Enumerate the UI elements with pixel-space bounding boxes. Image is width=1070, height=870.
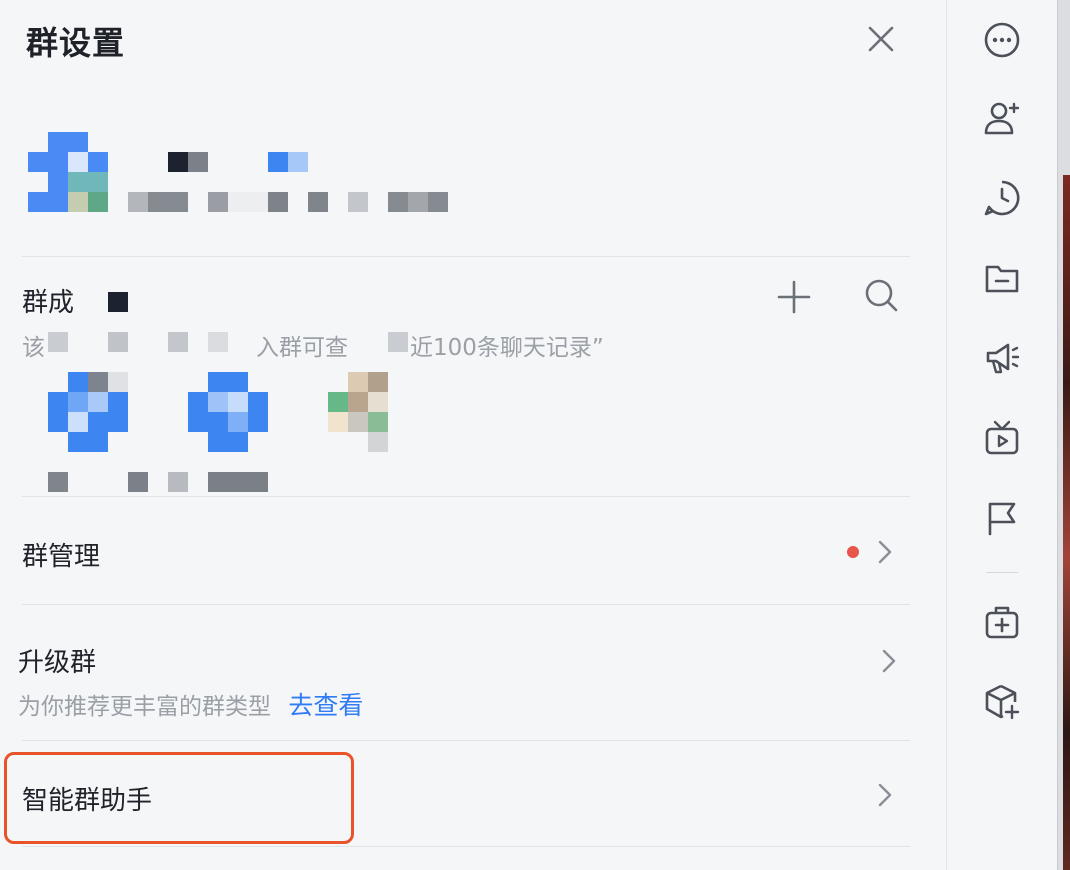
upgrade-group-row[interactable]: 升级群 为你推荐更丰富的群类型 去查看	[0, 606, 920, 740]
notification-badge	[847, 546, 859, 558]
members-hint-mid: 入群可查	[256, 335, 348, 361]
rail-divider	[986, 572, 1018, 573]
group-manage-label: 群管理	[22, 542, 101, 572]
toolbox-icon[interactable]	[982, 602, 1022, 642]
upgrade-group-label: 升级群	[18, 648, 97, 678]
add-app-icon[interactable]	[982, 682, 1022, 722]
add-member-icon[interactable]	[775, 278, 813, 316]
more-icon[interactable]	[982, 20, 1022, 60]
video-icon[interactable]	[982, 418, 1022, 458]
announcement-icon[interactable]	[982, 338, 1022, 378]
chevron-right-icon[interactable]	[876, 539, 894, 565]
page-title: 群设置	[26, 24, 126, 62]
members-label: 群成	[22, 288, 75, 318]
upgrade-group-hint: 为你推荐更丰富的群类型 去查看	[18, 686, 363, 722]
divider	[22, 846, 910, 847]
members-hint-prefix: 该	[22, 335, 45, 361]
search-member-icon[interactable]	[862, 276, 900, 314]
divider	[22, 256, 910, 257]
group-avatar[interactable]	[28, 132, 108, 212]
view-link[interactable]: 去查看	[288, 691, 363, 720]
members-hint: 该	[22, 328, 45, 362]
add-user-icon[interactable]	[982, 98, 1022, 138]
history-icon[interactable]	[982, 178, 1022, 218]
highlight-box	[4, 752, 354, 844]
group-manage-row[interactable]: 群管理	[0, 498, 920, 604]
member-avatar[interactable]	[48, 372, 128, 452]
folder-icon[interactable]	[982, 258, 1022, 298]
divider	[22, 496, 910, 497]
background-window	[1063, 175, 1070, 870]
members-hint-suffix: 近100条聊天记录”	[410, 335, 604, 361]
members-count-blurred	[108, 292, 128, 312]
member-avatar[interactable]	[328, 372, 408, 452]
divider	[22, 740, 910, 741]
chevron-right-icon[interactable]	[880, 648, 898, 674]
divider	[22, 604, 910, 605]
group-settings-panel: 群设置 群成 该 入群可查 近100条聊天记录” 群管理 升级群 为你推荐更丰富…	[0, 0, 946, 870]
chevron-right-icon[interactable]	[876, 782, 894, 808]
flag-icon[interactable]	[982, 498, 1022, 538]
member-avatar[interactable]	[188, 372, 268, 452]
upgrade-group-hint-text: 为你推荐更丰富的群类型	[18, 694, 271, 720]
close-icon[interactable]	[864, 22, 898, 56]
